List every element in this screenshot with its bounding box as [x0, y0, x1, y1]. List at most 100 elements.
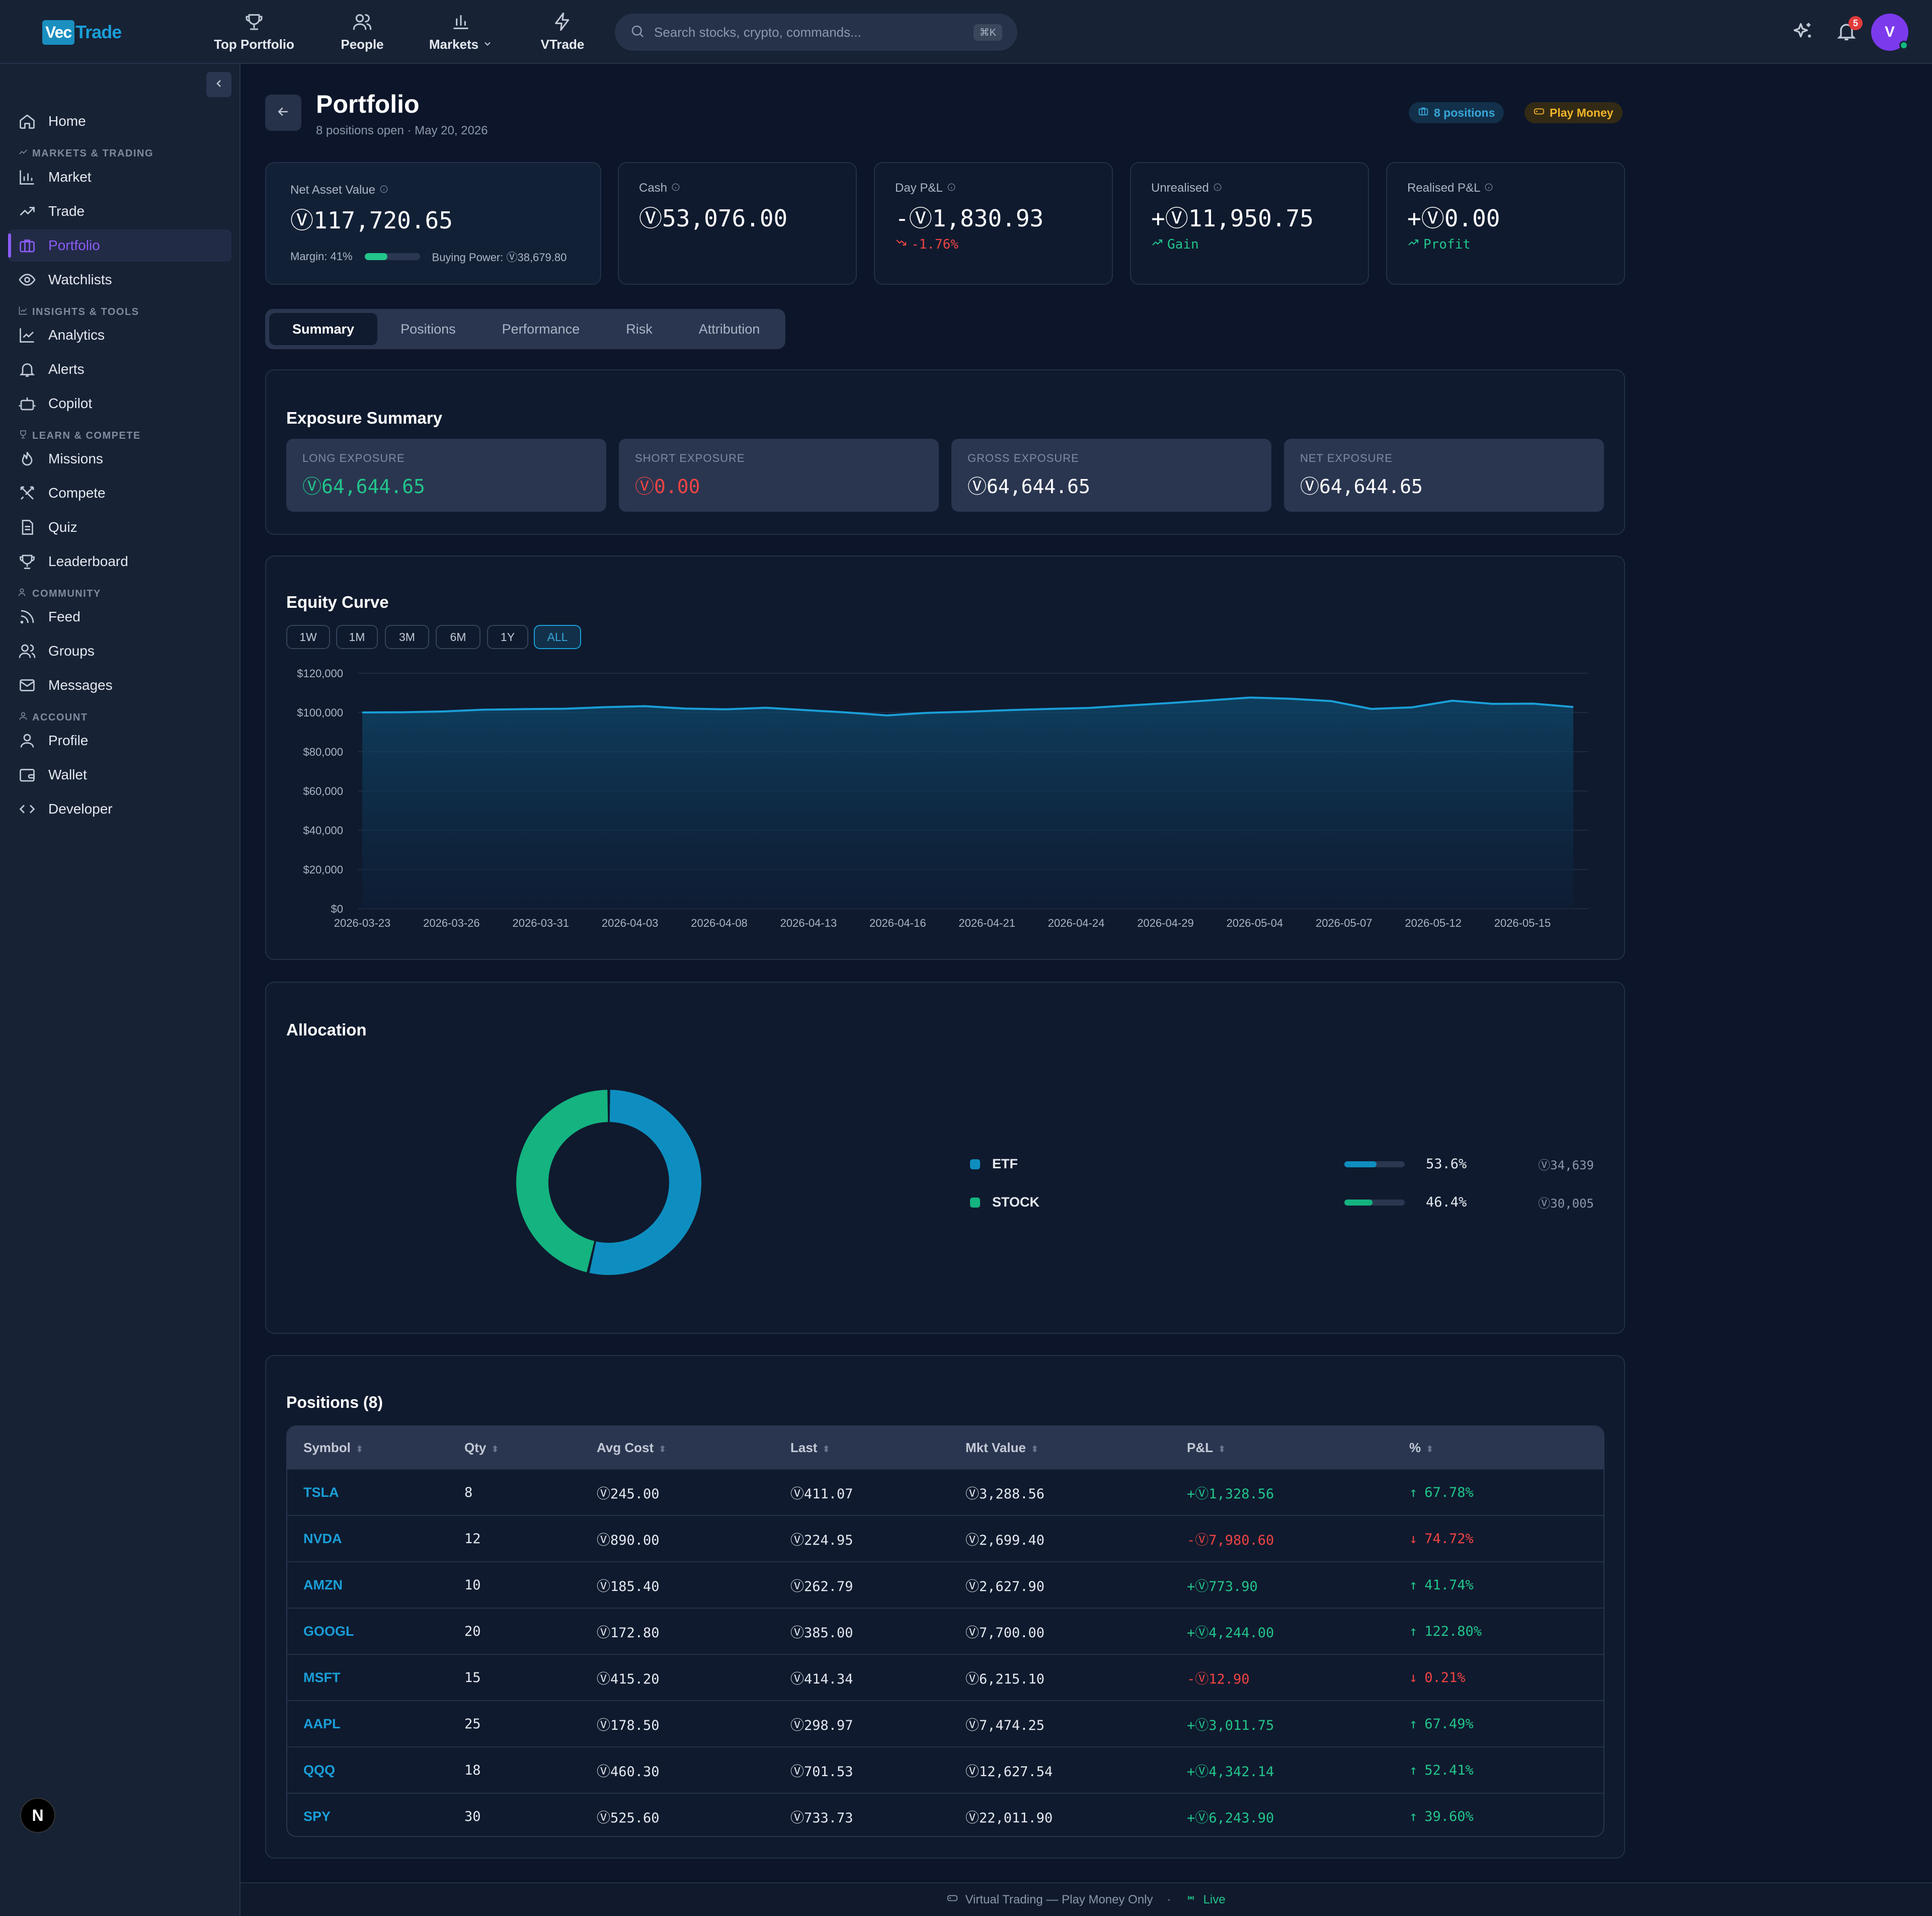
percent-value: 0.21%	[1424, 1669, 1466, 1686]
info-icon[interactable]	[671, 181, 680, 195]
sidebar-item-profile[interactable]: Profile	[8, 725, 231, 757]
avg-cost-cell: Ⓥ415.20	[597, 1671, 660, 1687]
sidebar-item-developer[interactable]: Developer	[8, 793, 231, 825]
percent-cell: ↑ 122.80%	[1409, 1624, 1603, 1639]
sidebar-item-portfolio[interactable]: Portfolio	[8, 229, 231, 262]
info-icon[interactable]	[947, 181, 956, 195]
sidebar-item-copilot[interactable]: Copilot	[8, 387, 231, 420]
sidebar-item-feed[interactable]: Feed	[8, 601, 231, 633]
info-icon[interactable]	[1484, 181, 1493, 195]
table-row[interactable]: TSLA 8 Ⓥ245.00 Ⓥ411.07 Ⓥ3,288.56 +Ⓥ1,328.56 ↑ 6…	[287, 1469, 1603, 1515]
symbol-link[interactable]: SPY	[287, 1809, 464, 1824]
positions-badge[interactable]: 8 positions	[1409, 102, 1504, 123]
live-signal-icon	[1185, 1892, 1196, 1907]
framework-badge[interactable]: N	[20, 1798, 55, 1833]
table-row[interactable]: MSFT 15 Ⓥ415.20 Ⓥ414.34 Ⓥ6,215.10 -Ⓥ12.90 ↓ 0.2…	[287, 1654, 1603, 1700]
last-cell: Ⓥ411.07	[790, 1486, 853, 1502]
info-icon[interactable]	[1213, 181, 1222, 195]
col-pnl[interactable]: P&L ⬍	[1187, 1440, 1409, 1456]
bell-icon[interactable]: 5	[1835, 16, 1863, 45]
sidebar-item-watchlists[interactable]: Watchlists	[8, 264, 231, 296]
sidebar-item-missions[interactable]: Missions	[8, 443, 231, 475]
equity-chart: $0 $20,000 $40,000 $60,000 $80,000 $100,000 $1…	[297, 667, 1588, 929]
sidebar-item-label: Messages	[48, 677, 113, 693]
footer-separator: ·	[1167, 1892, 1171, 1906]
symbol-link[interactable]: AAPL	[287, 1716, 464, 1732]
table-row[interactable]: SPY 30 Ⓥ525.60 Ⓥ733.73 Ⓥ22,011.90 +Ⓥ6,243.90 ↑…	[287, 1793, 1603, 1836]
topnav-markets[interactable]: Markets	[428, 10, 494, 52]
stat-label-text: Net Asset Value	[290, 183, 375, 197]
tab-risk[interactable]: Risk	[603, 313, 676, 345]
sidebar-item-compete[interactable]: Compete	[8, 477, 231, 509]
col-percent[interactable]: % ⬍	[1409, 1440, 1603, 1456]
qty-cell: 20	[464, 1623, 481, 1639]
sidebar-item-messages[interactable]: Messages	[8, 669, 231, 701]
table-row[interactable]: AMZN 10 Ⓥ185.40 Ⓥ262.79 Ⓥ2,627.90 +Ⓥ773.90 ↑ 41…	[287, 1561, 1603, 1608]
arrow-up-icon: ↑	[1409, 1762, 1418, 1778]
symbol-link[interactable]: TSLA	[287, 1485, 464, 1500]
symbol-link[interactable]: AMZN	[287, 1577, 464, 1593]
briefcase-icon	[18, 236, 38, 255]
last-cell: Ⓥ262.79	[790, 1578, 853, 1594]
stat-card-day-pnl: Day P&L -Ⓥ1,830.93 -1.76%	[874, 162, 1113, 285]
sidebar-item-trade[interactable]: Trade	[8, 195, 231, 227]
x-tick-label: 2026-04-24	[1048, 917, 1105, 929]
qty-cell: 8	[464, 1484, 473, 1500]
portfolio-tabs: Summary Positions Performance Risk Attri…	[265, 309, 785, 349]
arrow-up-icon: ↑	[1409, 1484, 1418, 1500]
range-3m-button[interactable]: 3M	[385, 625, 429, 649]
symbol-link[interactable]: MSFT	[287, 1670, 464, 1686]
col-qty[interactable]: Qty ⬍	[464, 1440, 597, 1456]
brand-logo[interactable]: Vec Trade	[42, 19, 122, 45]
gamepad-icon	[947, 1892, 958, 1907]
tab-attribution[interactable]: Attribution	[676, 313, 783, 345]
sidebar-item-groups[interactable]: Groups	[8, 635, 231, 667]
search-input[interactable]: Search stocks, crypto, commands...	[654, 25, 974, 40]
topnav-people[interactable]: People	[337, 10, 387, 52]
mkt-value-cell: Ⓥ22,011.90	[965, 1810, 1053, 1826]
y-tick-label: $40,000	[303, 824, 343, 837]
x-tick-label: 2026-05-15	[1494, 917, 1551, 929]
range-1w-button[interactable]: 1W	[286, 625, 330, 649]
tab-positions[interactable]: Positions	[377, 313, 479, 345]
col-avg-cost[interactable]: Avg Cost ⬍	[597, 1440, 790, 1456]
table-row[interactable]: NVDA 12 Ⓥ890.00 Ⓥ224.95 Ⓥ2,699.40 -Ⓥ7,980.60 ↓…	[287, 1515, 1603, 1561]
sidebar-item-alerts[interactable]: Alerts	[8, 353, 231, 385]
col-last[interactable]: Last ⬍	[790, 1440, 965, 1456]
table-row[interactable]: AAPL 25 Ⓥ178.50 Ⓥ298.97 Ⓥ7,474.25 +Ⓥ3,011.75 ↑…	[287, 1700, 1603, 1746]
info-icon[interactable]	[379, 183, 388, 197]
sidebar-section-insights: INSIGHTS & TOOLS	[18, 305, 139, 318]
avatar[interactable]: V	[1871, 14, 1908, 51]
symbol-link[interactable]: QQQ	[287, 1763, 464, 1778]
topnav-top-portfolio[interactable]: Top Portfolio	[211, 10, 297, 52]
sort-icon: ⬍	[1218, 1444, 1226, 1454]
tab-performance[interactable]: Performance	[479, 313, 603, 345]
sidebar-item-leaderboard[interactable]: Leaderboard	[8, 545, 231, 578]
sidebar-item-analytics[interactable]: Analytics	[8, 319, 231, 351]
range-all-button[interactable]: ALL	[534, 625, 581, 649]
table-row[interactable]: GOOGL 20 Ⓥ172.80 Ⓥ385.00 Ⓥ7,700.00 +Ⓥ4,244.00…	[287, 1608, 1603, 1654]
topnav-vtrade[interactable]: VTrade	[537, 10, 588, 52]
footer-text: Virtual Trading — Play Money Only	[965, 1892, 1153, 1906]
symbol-link[interactable]: GOOGL	[287, 1624, 464, 1639]
sidebar-item-market[interactable]: Market	[8, 161, 231, 193]
col-mkt-value[interactable]: Mkt Value ⬍	[965, 1440, 1187, 1456]
sparkles-icon[interactable]	[1791, 20, 1814, 46]
donut-slice-stock[interactable]	[516, 1090, 608, 1272]
tab-summary[interactable]: Summary	[269, 313, 378, 345]
col-symbol[interactable]: Symbol ⬍	[287, 1440, 464, 1456]
sidebar-item-home[interactable]: Home	[8, 105, 231, 137]
table-row[interactable]: QQQ 18 Ⓥ460.30 Ⓥ701.53 Ⓥ12,627.54 +Ⓥ4,342.14 ↑…	[287, 1746, 1603, 1793]
avg-cost-cell: Ⓥ245.00	[597, 1486, 660, 1502]
symbol-link[interactable]: NVDA	[287, 1531, 464, 1547]
range-1y-button[interactable]: 1Y	[487, 625, 528, 649]
back-button[interactable]	[265, 95, 301, 131]
range-1m-button[interactable]: 1M	[336, 625, 378, 649]
sidebar-item-quiz[interactable]: Quiz	[8, 511, 231, 543]
sidebar-item-wallet[interactable]: Wallet	[8, 759, 231, 791]
sidebar-collapse-button[interactable]	[206, 72, 231, 97]
arrow-down-icon: ↓	[1409, 1531, 1418, 1547]
search-bar[interactable]: Search stocks, crypto, commands... ⌘K	[615, 14, 1017, 51]
briefcase-icon	[1418, 106, 1429, 120]
range-6m-button[interactable]: 6M	[436, 625, 480, 649]
